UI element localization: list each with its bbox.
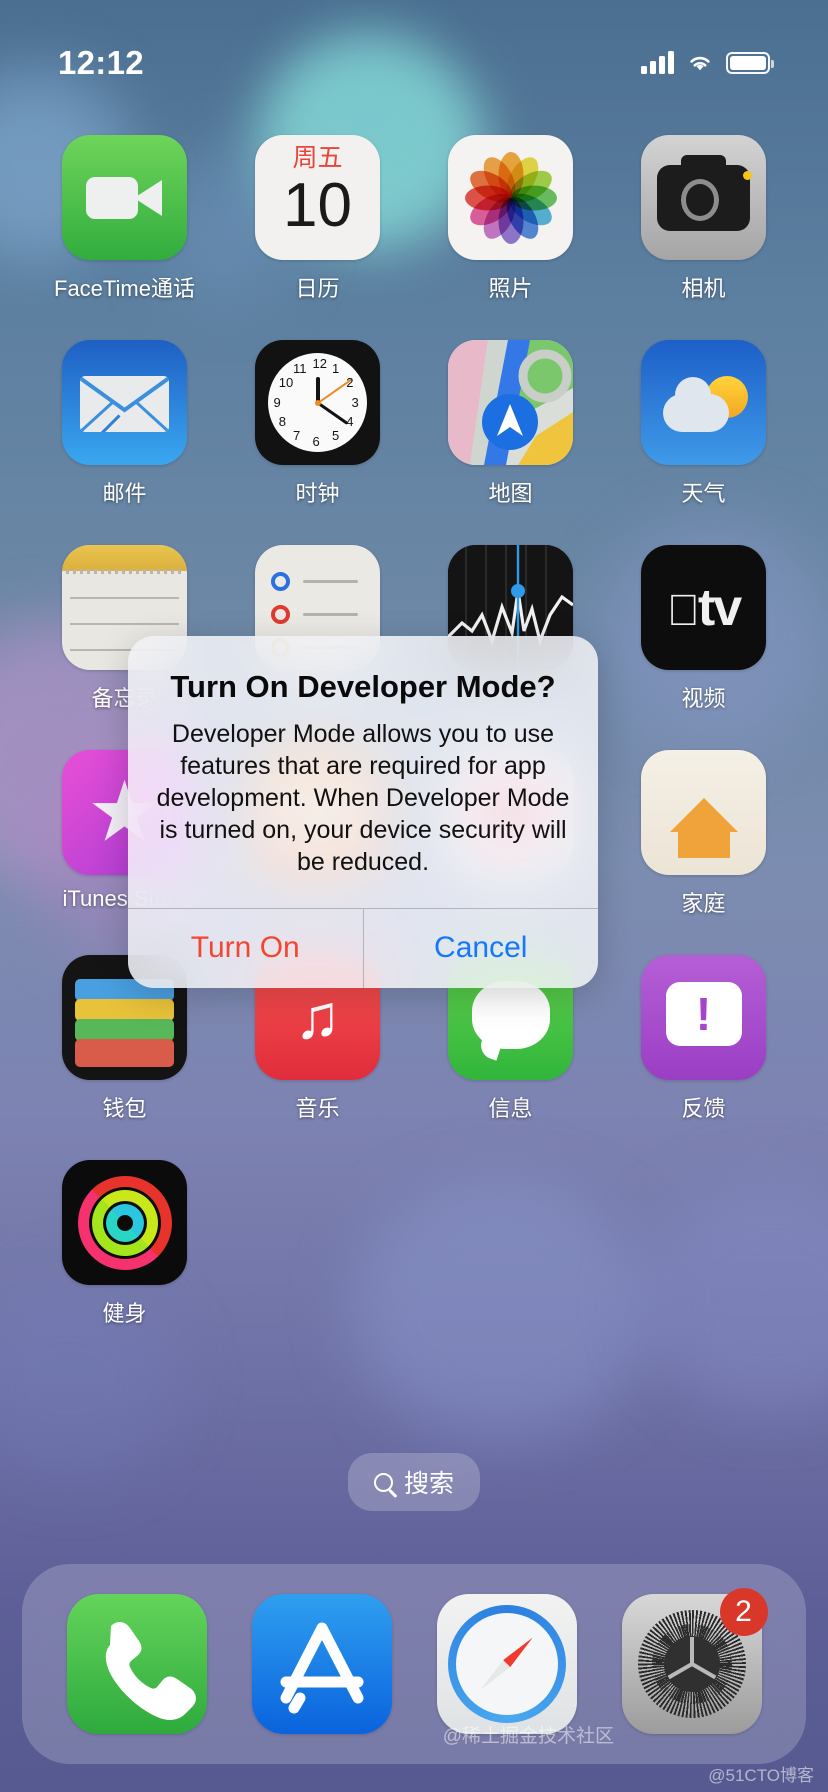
app-label: 日历 <box>295 276 340 301</box>
app-facetime[interactable]: FaceTime通话 <box>28 135 221 303</box>
camera-icon[interactable] <box>641 135 766 260</box>
search-icon <box>373 1472 393 1492</box>
app-feedback[interactable]: ! 反馈 <box>607 955 800 1123</box>
clock-icon[interactable]: 12 1 2 3 4 5 6 7 8 9 10 11 <box>255 340 380 465</box>
app-home[interactable]: 家庭 <box>607 750 800 918</box>
app-label: 视频 <box>681 686 726 711</box>
safari-icon[interactable] <box>436 1594 577 1734</box>
app-label: 时钟 <box>295 481 340 506</box>
alert-title: Turn On Developer Mode? <box>170 669 556 704</box>
app-label: 反馈 <box>681 1096 726 1121</box>
app-fitness[interactable]: 健身 <box>28 1160 221 1328</box>
app-label: 天气 <box>681 481 726 506</box>
app-weather[interactable]: 天气 <box>607 340 800 508</box>
app-camera[interactable]: 相机 <box>607 135 800 303</box>
clock-numeral: 3 <box>351 394 359 410</box>
app-photos[interactable]: 照片 <box>414 135 607 303</box>
app-maps[interactable]: 地图 <box>414 340 607 508</box>
app-label: 家庭 <box>681 891 726 916</box>
calendar-icon[interactable]: 周五 10 <box>255 135 380 260</box>
weather-icon[interactable] <box>641 340 766 465</box>
facetime-icon[interactable] <box>62 135 187 260</box>
status-bar: 12:12 <box>0 0 828 96</box>
app-label: 照片 <box>488 276 533 301</box>
app-label: 地图 <box>488 481 533 506</box>
search-label: 搜索 <box>403 1470 455 1498</box>
calendar-weekday: 周五 <box>292 144 343 172</box>
clock-numeral: 2 <box>346 375 354 390</box>
maps-icon[interactable] <box>448 340 573 465</box>
clock-numeral: 9 <box>273 394 281 410</box>
phone-icon[interactable] <box>66 1594 207 1734</box>
clock-numeral: 1 <box>332 360 340 376</box>
clock-numeral: 11 <box>293 360 307 376</box>
developer-mode-alert: Turn On Developer Mode? Developer Mode a… <box>128 636 598 988</box>
dock-app-safari[interactable] <box>436 1594 577 1734</box>
clock-numeral: 5 <box>332 428 340 444</box>
alert-actions: Turn On Cancel <box>128 907 599 988</box>
cellular-bars-icon <box>641 51 674 74</box>
app-label: 音乐 <box>295 1096 340 1121</box>
app-appletv[interactable]: tv 视频 <box>607 545 800 713</box>
battery-icon <box>726 52 774 74</box>
watermark-primary: @稀土掘金技术社区 <box>442 1726 614 1747</box>
wifi-icon <box>690 56 710 71</box>
app-label: 钱包 <box>102 1096 147 1121</box>
watermark-secondary: @51CTO博客 <box>708 1766 814 1785</box>
app-mail[interactable]: 邮件 <box>28 340 221 508</box>
app-clock[interactable]: 12 1 2 3 4 5 6 7 8 9 10 11 时钟 <box>221 340 414 508</box>
photos-icon[interactable] <box>448 135 573 260</box>
appletv-glyph: tv <box>682 578 742 637</box>
app-label: 健身 <box>102 1301 147 1326</box>
mail-icon[interactable] <box>62 340 187 465</box>
feedback-icon[interactable]: ! <box>641 955 766 1080</box>
clock-numeral: 7 <box>293 428 301 444</box>
search-button[interactable]: 搜索 <box>347 1453 481 1511</box>
cancel-button[interactable]: Cancel <box>362 908 599 988</box>
status-bar-clock: 12:12 <box>58 44 144 81</box>
app-label: FaceTime通话 <box>54 276 195 301</box>
turn-on-button[interactable]: Turn On <box>128 909 363 988</box>
settings-badge: 2 <box>719 1588 768 1636</box>
alert-message: Developer Mode allows you to use feature… <box>156 719 570 876</box>
alert-body: Turn On Developer Mode? Developer Mode a… <box>128 636 598 908</box>
home-icon[interactable] <box>641 750 766 875</box>
app-label: 邮件 <box>102 481 147 506</box>
fitness-icon[interactable] <box>62 1160 187 1285</box>
app-label: 信息 <box>488 1096 533 1121</box>
app-calendar[interactable]: 周五 10 日历 <box>221 135 414 303</box>
dock-app-app-store[interactable] <box>251 1594 392 1734</box>
clock-numeral: 4 <box>346 414 354 429</box>
clock-numeral: 6 <box>312 433 320 449</box>
clock-numeral: 8 <box>278 414 286 429</box>
app-label: 相机 <box>681 276 726 301</box>
dock: 2 <box>22 1564 806 1764</box>
dock-app-phone[interactable] <box>66 1594 207 1734</box>
appletv-icon[interactable]: tv <box>641 545 766 670</box>
app-store-icon[interactable] <box>251 1594 392 1734</box>
calendar-day: 10 <box>283 171 352 240</box>
clock-numeral: 12 <box>312 355 327 371</box>
dock-app-settings[interactable]: 2 <box>621 1588 768 1734</box>
clock-numeral: 10 <box>278 375 294 390</box>
